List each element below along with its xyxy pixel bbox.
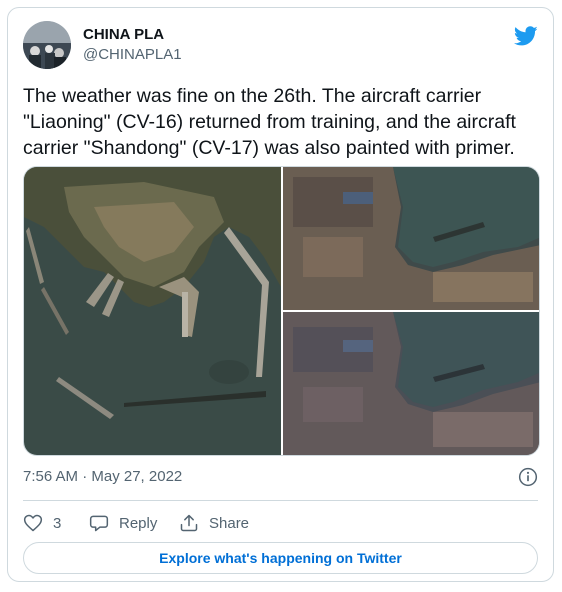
reply-icon — [89, 515, 109, 532]
explore-twitter-button[interactable]: Explore what's happening on Twitter — [23, 542, 538, 574]
like-count: 3 — [53, 514, 62, 532]
satellite-image-shipyard-1[interactable] — [283, 167, 540, 310]
tweet-actions: 3 Reply Share — [23, 508, 538, 538]
reply-button[interactable]: Reply — [89, 508, 157, 538]
tweet-card: CHINA PLA @CHINAPLA1 The weather was fin… — [7, 7, 554, 582]
reply-label: Reply — [119, 514, 158, 532]
twitter-bird-icon[interactable] — [514, 24, 538, 48]
info-icon[interactable] — [518, 467, 538, 487]
like-button[interactable]: 3 — [23, 508, 61, 538]
avatar[interactable] — [23, 21, 71, 69]
meta-row: 7:56 AM · May 27, 2022 — [23, 467, 538, 488]
satellite-image-port[interactable] — [24, 167, 281, 455]
share-icon — [180, 514, 198, 532]
satellite-image-shipyard-2[interactable] — [283, 312, 540, 455]
divider — [23, 500, 538, 501]
tweet-timestamp[interactable]: 7:56 AM · May 27, 2022 — [23, 468, 182, 485]
tweet-media-grid — [23, 166, 540, 456]
heart-icon — [23, 514, 43, 532]
share-label: Share — [209, 514, 250, 532]
share-button[interactable]: Share — [179, 508, 249, 538]
avatar-photo — [23, 21, 71, 69]
author-name[interactable]: CHINA PLA — [83, 26, 164, 43]
author-handle[interactable]: @CHINAPLA1 — [83, 46, 182, 63]
tweet-text: The weather was fine on the 26th. The ai… — [23, 85, 516, 159]
